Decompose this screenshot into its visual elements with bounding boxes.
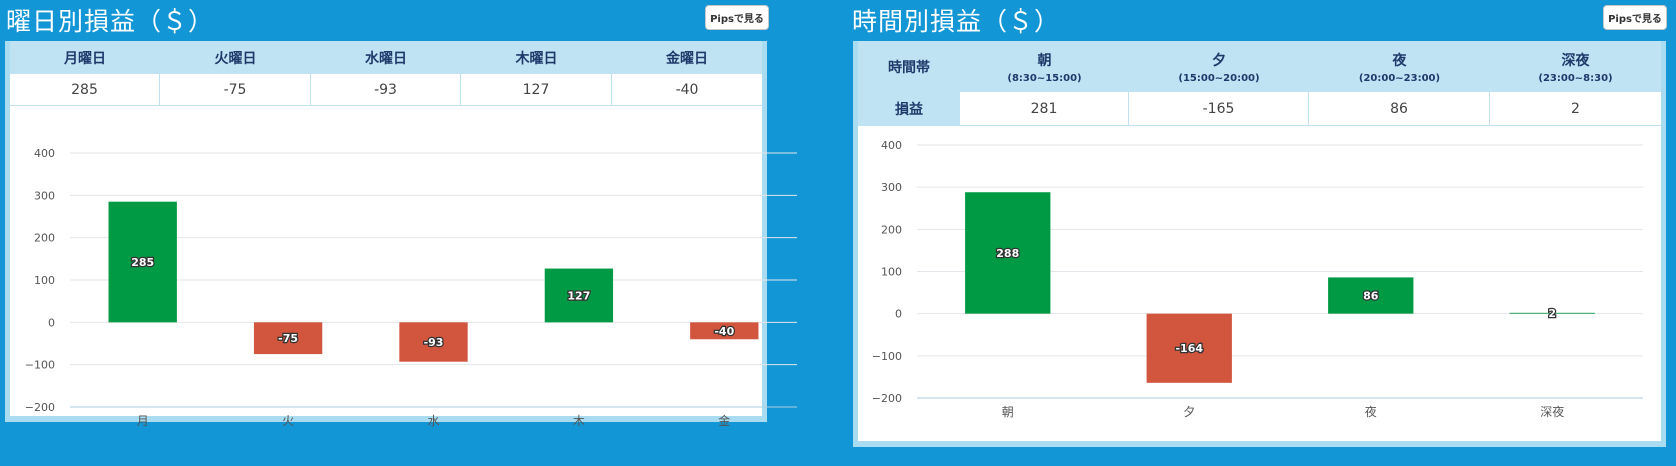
- x-tick-label: 夜: [1365, 404, 1377, 419]
- data-label: 2: [1548, 307, 1556, 320]
- x-tick-label: 深夜: [1540, 404, 1564, 419]
- data-label: 288: [996, 247, 1019, 260]
- y-tick-label: 100: [881, 266, 902, 279]
- x-tick-label: 朝: [1002, 405, 1014, 419]
- y-tick-label: −200: [872, 392, 902, 405]
- time-chart: 400 300 200 100 0 −100 −200 288 朝 -164 夕 86 夜 2 深夜: [872, 139, 1643, 419]
- y-tick-label: 0: [895, 308, 902, 321]
- y-tick-label: 300: [881, 181, 902, 194]
- data-label: -164: [1175, 342, 1203, 355]
- y-tick-label: 400: [881, 139, 902, 152]
- y-tick-label: −100: [872, 350, 902, 363]
- x-tick-label: 夕: [1183, 405, 1195, 419]
- y-tick-label: 200: [881, 223, 902, 236]
- data-label: 86: [1363, 290, 1379, 303]
